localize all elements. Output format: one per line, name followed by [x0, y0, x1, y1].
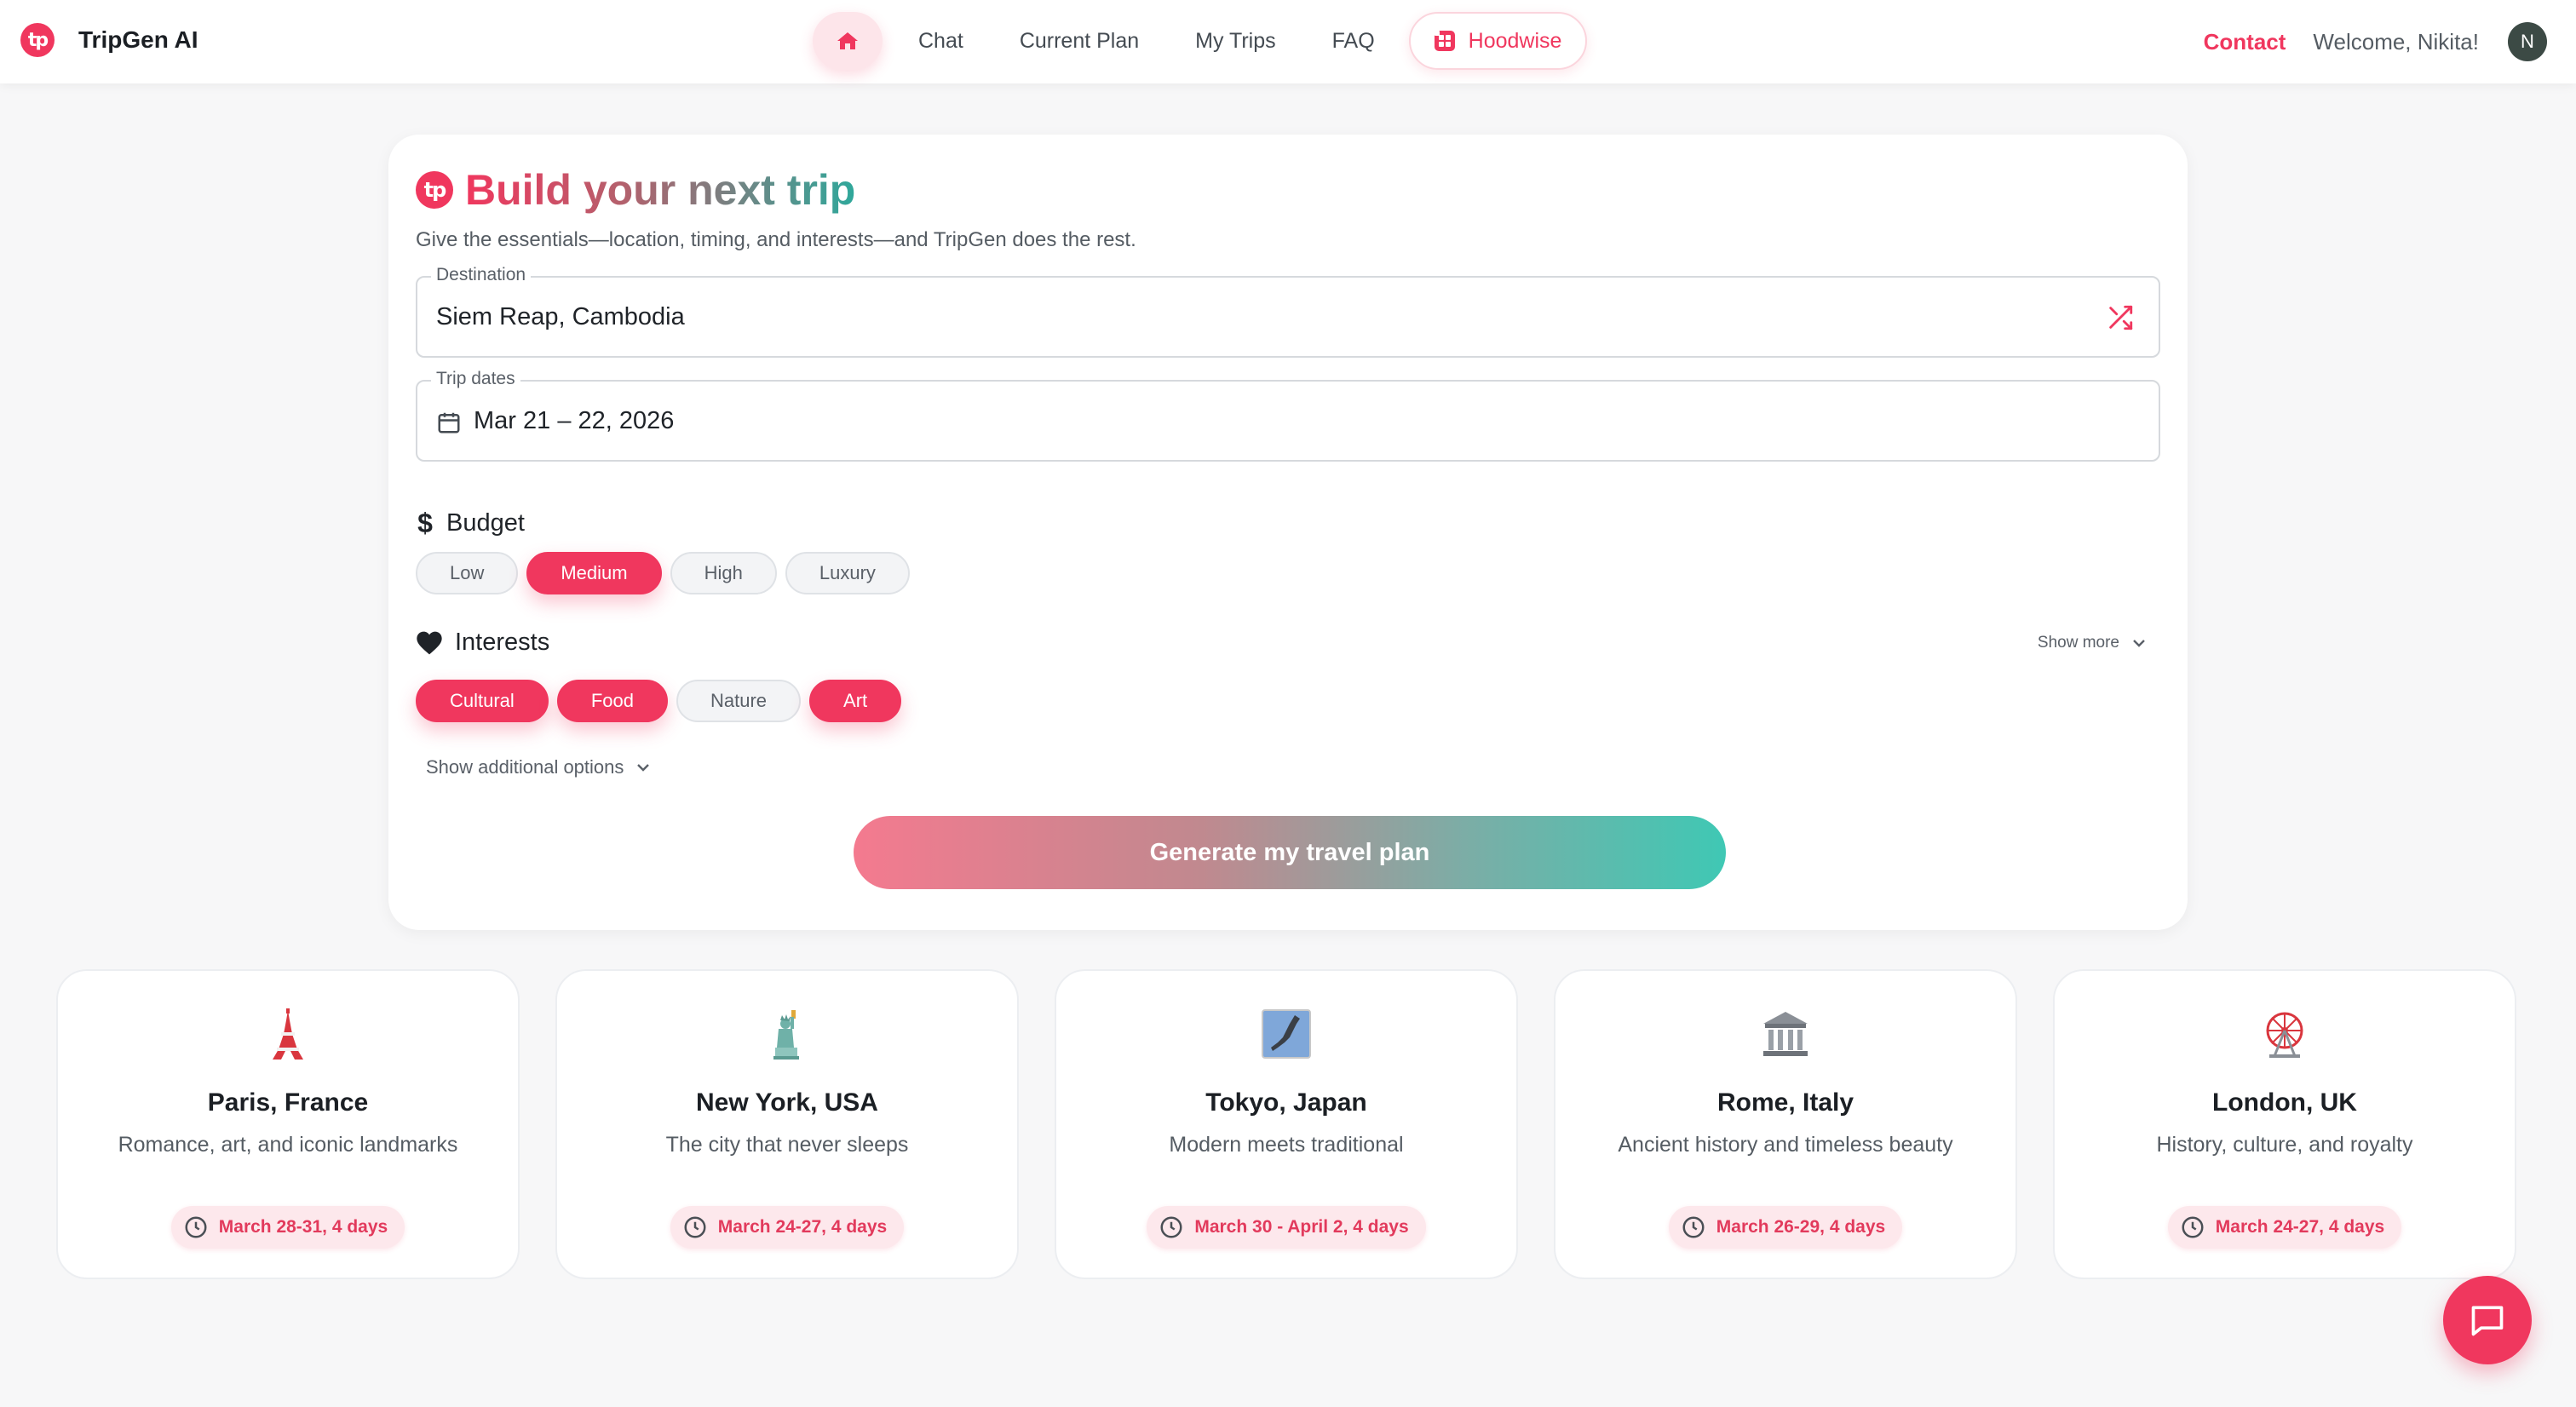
clock-icon: [185, 1216, 207, 1238]
budget-label: Budget: [446, 509, 525, 537]
destination-card-new-york[interactable]: New York, USA The city that never sleeps…: [555, 969, 1019, 1279]
destination-card-paris[interactable]: Paris, France Romance, art, and iconic l…: [56, 969, 520, 1279]
budget-chip-low[interactable]: Low: [416, 552, 519, 594]
date-pill: March 26-29, 4 days: [1668, 1206, 1903, 1249]
destination-title: Paris, France: [207, 1088, 369, 1117]
destination-title: New York, USA: [696, 1088, 878, 1117]
home-button[interactable]: [813, 12, 883, 70]
tower-icon: [58, 1008, 518, 1061]
date-pill-label: March 26-29, 4 days: [1716, 1217, 1886, 1237]
brand-logo-icon: tp: [20, 23, 55, 57]
pill-wrap: March 24-27, 4 days: [2055, 1206, 2515, 1249]
shuffle-icon[interactable]: [2106, 303, 2135, 332]
date-pill: March 28-31, 4 days: [170, 1206, 405, 1249]
budget-chip-luxury[interactable]: Luxury: [785, 552, 910, 594]
home-icon: [837, 32, 858, 49]
contact-link[interactable]: Contact: [2204, 29, 2286, 55]
clock-icon: [684, 1216, 706, 1238]
title-row: tp Build your next trip: [416, 165, 855, 215]
hoodwise-button[interactable]: Hoodwise: [1408, 12, 1588, 70]
interest-chip-food[interactable]: Food: [556, 680, 668, 722]
destination-desc: History, culture, and royalty: [2156, 1133, 2413, 1157]
generate-plan-button[interactable]: Generate my travel plan: [854, 816, 1726, 889]
nav-right: Contact Welcome, Nikita! N: [2204, 22, 2547, 61]
show-more-button[interactable]: Show more: [2038, 634, 2147, 652]
interests-label: Interests: [455, 629, 550, 656]
clock-icon: [1682, 1216, 1705, 1238]
interest-chip-art[interactable]: Art: [809, 680, 902, 722]
interest-chip-cultural[interactable]: Cultural: [416, 680, 549, 722]
nav-link-current-plan[interactable]: Current Plan: [1020, 29, 1139, 54]
destination-card-london[interactable]: London, UK History, culture, and royalty…: [2053, 969, 2516, 1279]
classical-building-icon: [1555, 1008, 2015, 1060]
chat-fab-button[interactable]: [2443, 1276, 2532, 1364]
brand[interactable]: tp TripGen AI: [20, 23, 198, 57]
destination-desc: Ancient history and timeless beauty: [1618, 1133, 1953, 1157]
clock-icon: [2182, 1216, 2204, 1238]
heart-icon: [417, 631, 442, 654]
date-pill-label: March 24-27, 4 days: [717, 1217, 888, 1237]
nav-link-faq[interactable]: FAQ: [1332, 29, 1375, 54]
destination-desc: Modern meets traditional: [1169, 1133, 1404, 1157]
chevron-down-icon: [2133, 640, 2145, 647]
date-pill-label: March 24-27, 4 days: [2215, 1217, 2385, 1237]
page-title: Build your next trip: [465, 166, 856, 214]
destination-desc: The city that never sleeps: [665, 1133, 909, 1157]
destination-card-tokyo[interactable]: Tokyo, Japan Modern meets traditional Ma…: [1055, 969, 1518, 1279]
chevron-down-icon: [637, 764, 650, 772]
destination-field[interactable]: Destination Siem Reap, Cambodia: [416, 265, 2160, 358]
destination-title: Rome, Italy: [1716, 1088, 1854, 1117]
page-subtitle: Give the essentials—location, timing, an…: [416, 228, 1136, 251]
brand-name: TripGen AI: [78, 26, 198, 53]
date-pill: March 30 - April 2, 4 days: [1147, 1206, 1426, 1249]
interests-options: Cultural Food Nature Art: [416, 680, 902, 722]
pill-wrap: March 24-27, 4 days: [557, 1206, 1017, 1249]
budget-chip-medium[interactable]: Medium: [526, 552, 662, 594]
interests-heading: Interests: [416, 629, 549, 657]
trip-builder-card: tp Build your next trip Give the essenti…: [388, 135, 2188, 930]
pill-wrap: March 28-31, 4 days: [58, 1206, 518, 1249]
destination-title: Tokyo, Japan: [1205, 1088, 1367, 1117]
statue-of-liberty-icon: [557, 1008, 1017, 1061]
show-more-label: Show more: [2037, 634, 2119, 652]
destination-input[interactable]: Siem Reap, Cambodia: [436, 303, 685, 331]
show-additional-options-button[interactable]: Show additional options: [426, 756, 651, 778]
destination-card-rome[interactable]: Rome, Italy Ancient history and timeless…: [1554, 969, 2017, 1279]
dollar-icon: $: [417, 508, 433, 538]
avatar[interactable]: N: [2508, 22, 2547, 61]
hoodwise-label: Hoodwise: [1468, 28, 1562, 53]
budget-options: Low Medium High Luxury: [416, 552, 910, 594]
grid-icon: [1434, 31, 1455, 51]
nav-links: Chat Current Plan My Trips FAQ Hoodwise: [813, 12, 1588, 70]
destination-cards: Paris, France Romance, art, and iconic l…: [56, 969, 2516, 1279]
clock-icon: [1160, 1216, 1182, 1238]
date-pill: March 24-27, 4 days: [2167, 1206, 2402, 1249]
ferris-wheel-icon: [2055, 1008, 2515, 1060]
nav-link-my-trips[interactable]: My Trips: [1195, 29, 1275, 54]
trip-dates-field[interactable]: Trip dates Mar 21 – 22, 2026: [416, 369, 2160, 462]
date-pill: March 24-27, 4 days: [670, 1206, 905, 1249]
top-nav: tp TripGen AI Chat Current Plan My Trips…: [0, 0, 2576, 83]
destination-desc: Romance, art, and iconic landmarks: [118, 1133, 458, 1157]
show-additional-label: Show additional options: [426, 756, 624, 778]
trip-dates-input[interactable]: Mar 21 – 22, 2026: [474, 407, 674, 435]
date-pill-label: March 30 - April 2, 4 days: [1194, 1217, 1409, 1237]
date-pill-label: March 28-31, 4 days: [218, 1217, 388, 1237]
welcome-text: Welcome, Nikita!: [2313, 28, 2479, 55]
trip-dates-label: Trip dates: [431, 369, 520, 389]
destination-title: London, UK: [2212, 1088, 2357, 1117]
brand-logo-icon: tp: [416, 171, 453, 209]
interest-chip-nature[interactable]: Nature: [676, 680, 802, 722]
japan-map-icon: [1056, 1008, 1516, 1060]
destination-label: Destination: [431, 265, 532, 285]
nav-link-chat[interactable]: Chat: [918, 29, 963, 54]
calendar-icon: [438, 412, 460, 434]
budget-heading: $ Budget: [416, 508, 525, 539]
chat-bubble-icon: [2471, 1306, 2504, 1336]
budget-chip-high[interactable]: High: [670, 552, 777, 594]
pill-wrap: March 26-29, 4 days: [1555, 1206, 2015, 1249]
pill-wrap: March 30 - April 2, 4 days: [1056, 1206, 1516, 1249]
